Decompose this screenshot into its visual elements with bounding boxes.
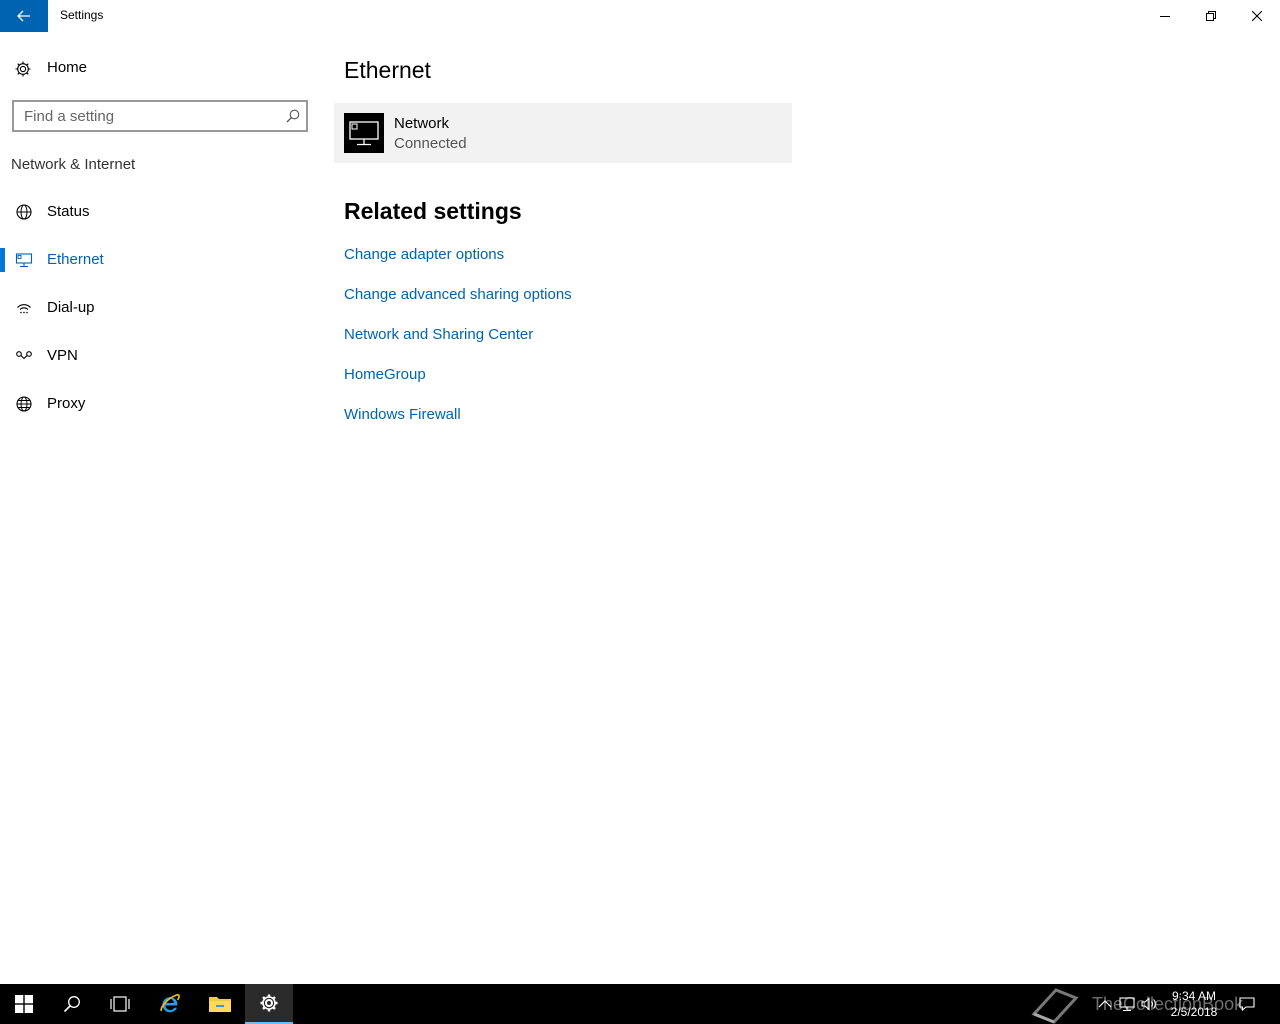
ethernet-monitor-icon bbox=[344, 113, 384, 153]
ethernet-icon bbox=[15, 253, 33, 268]
section-label: Network & Internet bbox=[11, 156, 136, 173]
link-change-advanced-sharing-options[interactable]: Change advanced sharing options bbox=[344, 286, 572, 303]
search-input[interactable] bbox=[14, 102, 276, 130]
sidebar-item-dialup[interactable]: Dial-up bbox=[0, 288, 320, 328]
internet-explorer-icon bbox=[160, 993, 180, 1013]
window-title: Settings bbox=[60, 8, 104, 22]
search-icon[interactable] bbox=[286, 109, 300, 123]
internet-explorer-button[interactable] bbox=[146, 984, 194, 1024]
sidebar-item-label: Ethernet bbox=[47, 251, 104, 268]
sidebar-item-proxy[interactable]: Proxy bbox=[0, 384, 320, 424]
arrow-left-icon bbox=[17, 10, 30, 22]
globe-status-icon bbox=[16, 204, 32, 220]
sidebar-item-ethernet[interactable]: Ethernet bbox=[0, 240, 320, 280]
clock-date: 2/5/2018 bbox=[1170, 1005, 1218, 1019]
start-button[interactable] bbox=[0, 984, 48, 1024]
link-homegroup[interactable]: HomeGroup bbox=[344, 366, 426, 383]
close-icon bbox=[1252, 11, 1262, 21]
settings-gear-icon bbox=[260, 994, 278, 1012]
clock-time: 9:34 AM bbox=[1171, 989, 1217, 1003]
network-card[interactable]: Network Connected bbox=[334, 103, 792, 163]
clock[interactable]: 9:34 AM 2/5/2018 bbox=[1160, 988, 1228, 1020]
search-icon bbox=[63, 996, 80, 1013]
sidebar-item-vpn[interactable]: VPN bbox=[0, 336, 320, 376]
globe-icon bbox=[16, 396, 32, 412]
sidebar-item-label: Dial-up bbox=[47, 299, 95, 316]
gear-icon bbox=[15, 61, 31, 77]
link-change-adapter-options[interactable]: Change adapter options bbox=[344, 246, 504, 263]
sidebar-item-label: VPN bbox=[47, 347, 78, 364]
sidebar-item-status[interactable]: Status bbox=[0, 192, 320, 232]
action-center-icon[interactable] bbox=[1238, 995, 1256, 1013]
close-button[interactable] bbox=[1234, 0, 1280, 32]
restore-button[interactable] bbox=[1188, 0, 1234, 32]
chevron-up-icon[interactable] bbox=[1096, 995, 1114, 1013]
related-settings-heading: Related settings bbox=[344, 198, 522, 224]
network-status: Connected bbox=[394, 135, 467, 152]
windows-start-icon bbox=[15, 995, 33, 1013]
network-tray-icon[interactable] bbox=[1118, 995, 1136, 1013]
taskbar-search-button[interactable] bbox=[48, 984, 96, 1024]
back-button[interactable] bbox=[0, 0, 48, 32]
title-bar: Settings bbox=[0, 0, 1280, 32]
sidebar-item-label: Status bbox=[47, 203, 90, 220]
dialup-icon bbox=[17, 304, 31, 314]
minimize-button[interactable] bbox=[1142, 0, 1188, 32]
link-windows-firewall[interactable]: Windows Firewall bbox=[344, 406, 461, 423]
link-network-and-sharing-center[interactable]: Network and Sharing Center bbox=[344, 326, 533, 343]
vpn-icon bbox=[16, 351, 32, 360]
task-view-button[interactable] bbox=[96, 984, 144, 1024]
file-explorer-button[interactable] bbox=[196, 984, 244, 1024]
taskbar: TheCollectionBook 9:34 AM 2/5/2018 bbox=[0, 984, 1280, 1024]
restore-icon bbox=[1206, 11, 1216, 21]
sidebar: Home Network & Internet Status Ethernet … bbox=[0, 32, 320, 984]
file-explorer-icon bbox=[209, 997, 231, 1012]
network-name: Network bbox=[394, 115, 450, 132]
book-icon bbox=[1031, 988, 1079, 1024]
settings-taskbar-button[interactable] bbox=[245, 984, 293, 1024]
sidebar-item-label: Proxy bbox=[47, 395, 86, 412]
selection-indicator bbox=[0, 248, 5, 272]
sidebar-item-label: Home bbox=[47, 59, 88, 76]
minimize-icon bbox=[1160, 16, 1170, 17]
search-box[interactable] bbox=[12, 100, 308, 132]
page-title: Ethernet bbox=[344, 57, 431, 83]
task-view-icon bbox=[110, 996, 130, 1012]
sidebar-item-home[interactable]: Home bbox=[0, 54, 320, 82]
volume-icon[interactable] bbox=[1140, 995, 1158, 1013]
